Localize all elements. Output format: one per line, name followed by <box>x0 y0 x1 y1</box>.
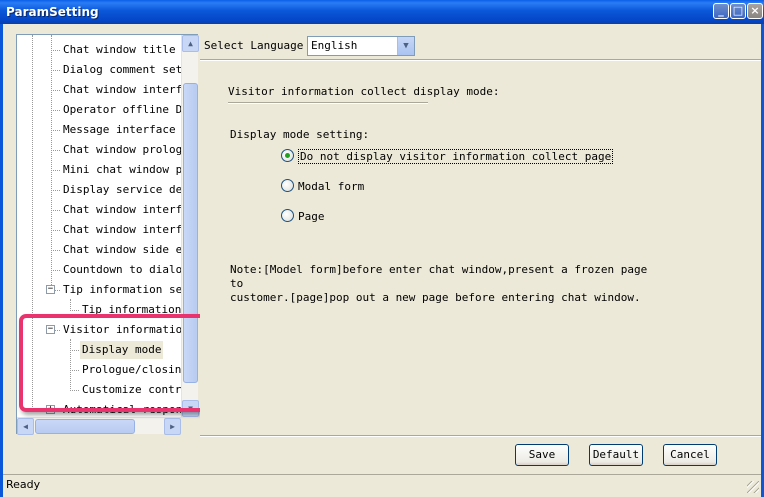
collapse-minus-icon[interactable]: − <box>46 285 55 294</box>
cancel-button[interactable]: Cancel <box>663 444 717 466</box>
window-border-left <box>0 24 3 497</box>
scrollbar-corner <box>181 417 198 434</box>
minimize-button[interactable]: _ <box>713 3 729 19</box>
tree-item[interactable]: Chat window side edg <box>61 241 181 259</box>
tree-item-label: Display service deps <box>63 183 181 196</box>
save-button[interactable]: Save <box>515 444 569 466</box>
scroll-left-arrow-icon[interactable]: ◀ <box>17 418 34 435</box>
radio-unchecked-icon[interactable] <box>281 209 294 222</box>
tree-item-label: Tip information sett <box>63 283 181 296</box>
tree-line <box>70 299 71 309</box>
tree-item-label: Chat window interfac <box>63 203 181 216</box>
tree-item[interactable]: Operator offline Dis <box>61 101 181 119</box>
language-select[interactable]: English ▼ <box>307 36 415 56</box>
tree-line <box>51 150 60 151</box>
tree-item[interactable]: Chat window title se <box>61 41 181 59</box>
tree-item-label: Countdown to dialog <box>63 263 181 276</box>
radio-unchecked-icon[interactable] <box>281 179 294 192</box>
radio-option-page[interactable]: Page <box>281 209 325 225</box>
tree-line <box>70 310 79 311</box>
bottom-separator <box>200 435 761 437</box>
default-button[interactable]: Default <box>589 444 643 466</box>
section-title-underline <box>228 102 428 104</box>
tree-item[interactable]: Mini chat window pro <box>61 161 181 179</box>
horizontal-scroll-thumb[interactable] <box>35 419 135 434</box>
tree-item-label: Chat window interfac <box>63 83 181 96</box>
language-select-value: English <box>311 39 358 52</box>
note-text: Note:[Model form]before enter chat windo… <box>230 263 648 304</box>
resize-grip-icon[interactable] <box>747 481 759 493</box>
status-text: Ready <box>6 478 41 491</box>
window-titlebar: ParamSetting _ □ × <box>0 0 764 24</box>
tree-line <box>51 130 60 131</box>
tree-item[interactable]: Chat window interfac <box>61 201 181 219</box>
tree-item-label: Chat window side edg <box>63 243 181 256</box>
radio-option-label: Page <box>298 210 325 223</box>
select-language-label: Select Language <box>204 39 304 52</box>
tree-line <box>51 50 60 51</box>
tree-item[interactable]: Chat window interfac <box>61 81 181 99</box>
tree-line <box>51 210 60 211</box>
tree-item-label: Mini chat window pro <box>63 163 181 176</box>
highlight-annotation-box <box>19 314 207 412</box>
section-title: Visitor information collect display mode… <box>228 85 500 98</box>
tree-line <box>51 170 60 171</box>
tree-item[interactable]: Tip information sett <box>61 281 181 299</box>
window-title: ParamSetting <box>6 5 99 19</box>
tree-line <box>51 90 60 91</box>
tree-line <box>51 270 60 271</box>
tree-item[interactable]: Chat window prologue <box>61 141 181 159</box>
maximize-button[interactable]: □ <box>730 3 746 19</box>
tree-line <box>51 110 60 111</box>
tree-line <box>51 250 60 251</box>
tree-item-label: Chat window interfac <box>63 223 181 236</box>
radio-option-modal-form[interactable]: Modal form <box>281 179 364 195</box>
tree-line <box>51 70 60 71</box>
tree-item-label: Operator offline Dis <box>63 103 181 116</box>
tree-item-label: Dialog comment setti <box>63 63 181 76</box>
scroll-up-arrow-icon[interactable]: ▲ <box>182 35 199 52</box>
radio-option-label: Modal form <box>298 180 365 193</box>
tree-item[interactable]: Display service deps <box>61 181 181 199</box>
close-button[interactable]: × <box>747 3 763 19</box>
radio-option-no-display[interactable]: Do not display visitor information colle… <box>281 149 614 165</box>
scroll-right-arrow-icon[interactable]: ▶ <box>164 418 181 435</box>
tree-item[interactable]: Message interface se <box>61 121 181 139</box>
radio-checked-icon[interactable] <box>281 149 294 162</box>
tree-line <box>51 230 60 231</box>
tree-horizontal-scrollbar[interactable]: ◀ ▶ <box>17 417 181 435</box>
tree-line <box>51 190 60 191</box>
tree-item-label: Chat window prologue <box>63 143 181 156</box>
tree-item-label: Chat window title se <box>63 43 181 56</box>
display-mode-label: Display mode setting: <box>230 128 370 141</box>
chevron-down-icon[interactable]: ▼ <box>397 37 414 55</box>
settings-content-panel <box>200 61 761 435</box>
tree-item[interactable]: Countdown to dialog <box>61 261 181 279</box>
tree-item[interactable]: Chat window interfac <box>61 221 181 239</box>
tree-item[interactable]: Dialog comment setti <box>61 61 181 79</box>
tree-item-label: Message interface se <box>63 123 181 136</box>
tree-line <box>51 35 52 285</box>
status-bar: Ready <box>3 474 761 495</box>
radio-option-label: Do not display visitor information colle… <box>298 149 614 164</box>
